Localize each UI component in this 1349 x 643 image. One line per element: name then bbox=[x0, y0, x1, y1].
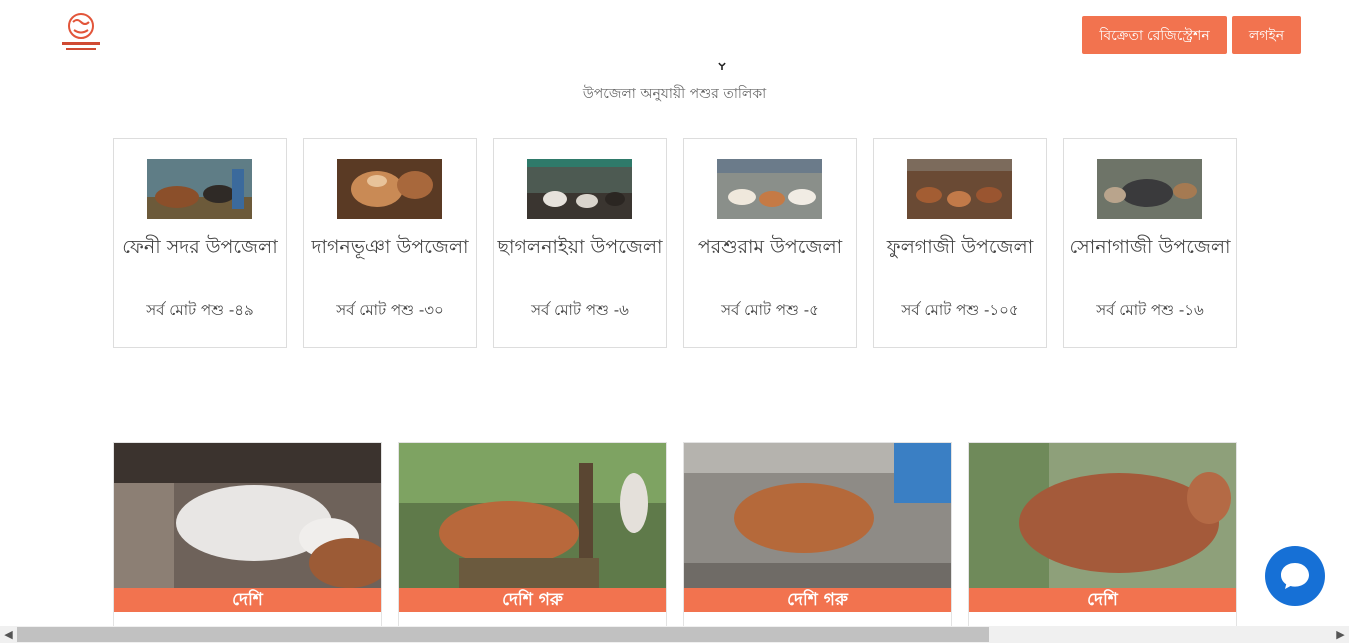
animal-card[interactable]: দেশি গরু bbox=[398, 442, 667, 643]
horizontal-scrollbar[interactable]: ◀ ▶ bbox=[0, 626, 1349, 643]
site-logo[interactable] bbox=[56, 12, 106, 56]
upazila-card[interactable]: দাগনভূঞা উপজেলা সর্ব মোট পশু -৩০ bbox=[303, 138, 477, 348]
animal-card[interactable]: দেশি গরু bbox=[683, 442, 952, 643]
upazila-name: সোনাগাজী উপজেলা bbox=[1069, 236, 1231, 258]
upazila-animal-count: সর্ব মোট পশু -৩০ bbox=[336, 301, 444, 319]
animal-breed-label: দেশি গরু bbox=[399, 588, 666, 612]
scroll-left-arrow-icon[interactable]: ◀ bbox=[0, 626, 17, 643]
messenger-chat-button[interactable] bbox=[1265, 546, 1325, 606]
upazila-animal-count: সর্ব মোট পশু -১৬ bbox=[1096, 301, 1204, 319]
upazila-photo bbox=[907, 159, 1012, 219]
animal-list: দেশি দেশি গরু দেশি গরু দেশি bbox=[113, 442, 1237, 643]
upazila-name: ফেনী সদর উপজেলা bbox=[122, 236, 278, 258]
upazila-animal-count: সর্ব মোট পশু -৪৯ bbox=[146, 301, 254, 319]
upazila-card[interactable]: ছাগলনাইয়া উপজেলা সর্ব মোট পশু -৬ bbox=[493, 138, 667, 348]
upazila-photo bbox=[527, 159, 632, 219]
upazila-animal-count: সর্ব মোট পশু -৫ bbox=[721, 301, 819, 319]
section-heading-fragment bbox=[718, 60, 726, 72]
login-button[interactable]: লগইন bbox=[1232, 16, 1301, 54]
animal-card[interactable]: দেশি bbox=[113, 442, 382, 643]
upazila-name: ফুলগাজী উপজেলা bbox=[886, 236, 1034, 258]
scroll-right-arrow-icon[interactable]: ▶ bbox=[1332, 626, 1349, 643]
section-subtitle: উপজেলা অনুযায়ী পশুর তালিকা bbox=[582, 86, 767, 102]
animal-breed-label: দেশি গরু bbox=[684, 588, 951, 612]
scrollbar-thumb[interactable] bbox=[17, 627, 989, 642]
upazila-name: ছাগলনাইয়া উপজেলা bbox=[497, 236, 663, 258]
animal-photo bbox=[399, 443, 666, 588]
upazila-photo bbox=[717, 159, 822, 219]
upazila-card[interactable]: পরশুরাম উপজেলা সর্ব মোট পশু -৫ bbox=[683, 138, 857, 348]
upazila-animal-count: সর্ব মোট পশু -১০৫ bbox=[901, 301, 1019, 319]
upazila-photo bbox=[147, 159, 252, 219]
upazila-list: ফেনী সদর উপজেলা সর্ব মোট পশু -৪৯ দাগনভূঞ… bbox=[113, 138, 1237, 348]
upazila-card[interactable]: ফুলগাজী উপজেলা সর্ব মোট পশু -১০৫ bbox=[873, 138, 1047, 348]
upazila-name: দাগনভূঞা উপজেলা bbox=[311, 236, 469, 258]
upazila-card[interactable]: সোনাগাজী উপজেলা সর্ব মোট পশু -১৬ bbox=[1063, 138, 1237, 348]
animal-photo bbox=[114, 443, 381, 588]
upazila-card[interactable]: ফেনী সদর উপজেলা সর্ব মোট পশু -৪৯ bbox=[113, 138, 287, 348]
animal-breed-label: দেশি bbox=[969, 588, 1236, 612]
header: বিক্রেতা রেজিস্ট্রেশন লগইন bbox=[0, 0, 1349, 70]
animal-photo bbox=[969, 443, 1236, 588]
upazila-photo bbox=[1097, 159, 1202, 219]
chat-bubble-icon bbox=[1281, 563, 1309, 589]
page: বিক্রেতা রেজিস্ট্রেশন লগইন উপজেলা অনুযায… bbox=[0, 0, 1349, 643]
animal-photo bbox=[684, 443, 951, 588]
animal-card[interactable]: দেশি bbox=[968, 442, 1237, 643]
animal-breed-label: দেশি bbox=[114, 588, 381, 612]
upazila-animal-count: সর্ব মোট পশু -৬ bbox=[531, 301, 629, 319]
upazila-name: পরশুরাম উপজেলা bbox=[697, 236, 843, 258]
upazila-photo bbox=[337, 159, 442, 219]
seller-registration-button[interactable]: বিক্রেতা রেজিস্ট্রেশন bbox=[1082, 16, 1227, 54]
